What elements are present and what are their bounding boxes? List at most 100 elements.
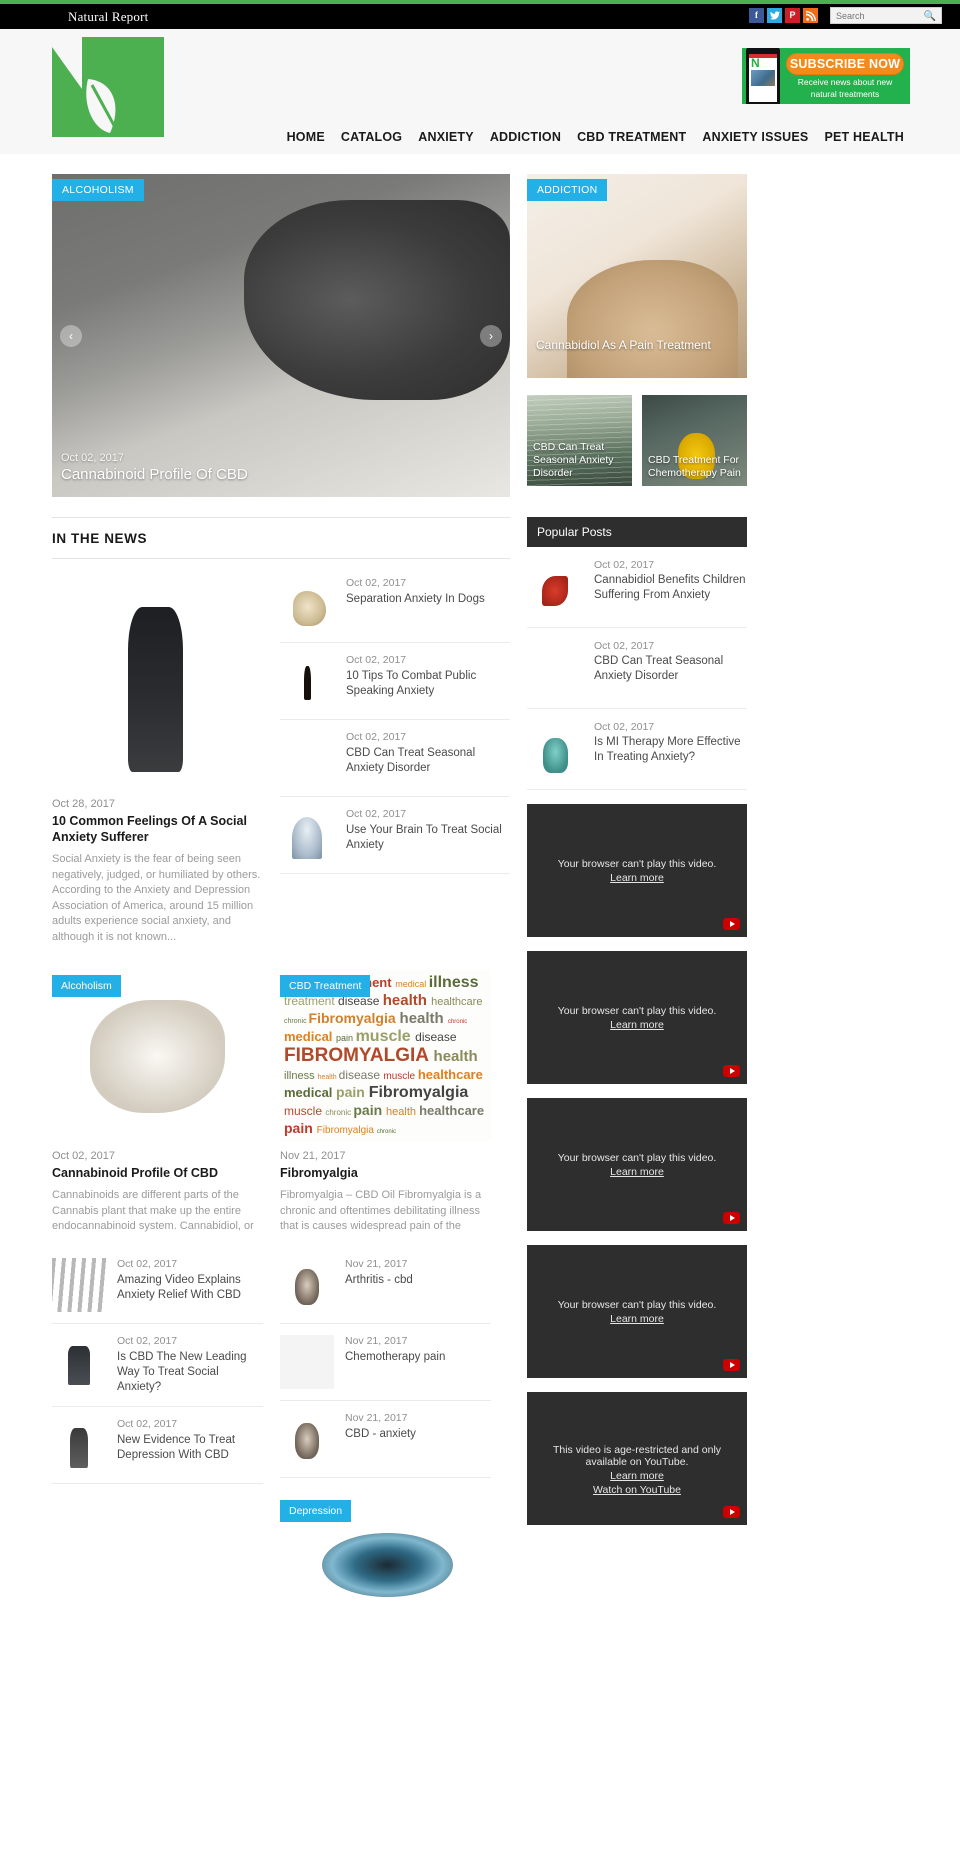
colB-item-title-3[interactable]: CBD - anxiety bbox=[345, 1427, 416, 1442]
popular-title-2[interactable]: CBD Can Treat Seasonal Anxiety Disorder bbox=[594, 654, 747, 684]
wordcloud-word: disease bbox=[415, 1030, 457, 1044]
colB-bottom-hero[interactable]: Depression bbox=[280, 1494, 491, 1634]
hero-caption[interactable]: Oct 02, 2017 Cannabinoid Profile Of CBD bbox=[61, 452, 248, 483]
subscribe-now-button[interactable]: SUBSCRIBE NOW bbox=[786, 52, 904, 75]
popular-thumb-2 bbox=[527, 640, 583, 696]
colB-hero[interactable]: health treatment medical illness treatme… bbox=[280, 969, 491, 1141]
news-list: Oct 02, 2017 Separation Anxiety In Dogs … bbox=[280, 577, 510, 945]
phone-screen: N bbox=[749, 54, 777, 102]
video-embed-1[interactable]: Your browser can't play this video. Lear… bbox=[527, 804, 747, 937]
video-learn-more-5[interactable]: Learn more bbox=[610, 1470, 664, 1482]
popular-title-1[interactable]: Cannabidiol Benefits Children Suffering … bbox=[594, 573, 747, 603]
list-item[interactable]: Nov 21, 2017 CBD - anxiety bbox=[280, 1401, 491, 1478]
subscribe-banner[interactable]: N SUBSCRIBE NOW Receive news about new n… bbox=[742, 48, 910, 104]
colA-item-title-3[interactable]: New Evidence To Treat Depression With CB… bbox=[117, 1433, 263, 1463]
nav-item-pet-health[interactable]: PET HEALTH bbox=[816, 120, 912, 154]
section-title-in-the-news: IN THE NEWS bbox=[52, 531, 148, 546]
list-item[interactable]: Oct 02, 2017 Cannabidiol Benefits Childr… bbox=[527, 547, 747, 628]
video-watch-on-youtube-5[interactable]: Watch on YouTube bbox=[593, 1484, 681, 1496]
feature-card-title[interactable]: Cannabidiol As A Pain Treatment bbox=[536, 338, 711, 352]
news-item-title-3[interactable]: CBD Can Treat Seasonal Anxiety Disorder bbox=[346, 746, 510, 776]
main-left-column: IN THE NEWS Oct 28, 2017 10 Common Feeli… bbox=[52, 497, 510, 1634]
list-item[interactable]: Oct 02, 2017 Is MI Therapy More Effectiv… bbox=[527, 709, 747, 790]
list-item[interactable]: Oct 02, 2017 10 Tips To Combat Public Sp… bbox=[280, 643, 510, 720]
news-item-title-4[interactable]: Use Your Brain To Treat Social Anxiety bbox=[346, 823, 510, 853]
list-item[interactable]: Oct 02, 2017 Amazing Video Explains Anxi… bbox=[52, 1247, 263, 1324]
feature-mini-card-1[interactable]: CBD Can Treat Seasonal Anxiety Disorder bbox=[527, 395, 632, 486]
rss-icon[interactable] bbox=[803, 8, 818, 23]
list-item[interactable]: Nov 21, 2017 Arthritis - cbd bbox=[280, 1247, 491, 1324]
youtube-icon[interactable] bbox=[723, 1359, 740, 1371]
colB-title[interactable]: Fibromyalgia bbox=[280, 1165, 491, 1181]
facebook-icon[interactable]: f bbox=[749, 8, 764, 23]
popular-title-3[interactable]: Is MI Therapy More Effective In Treating… bbox=[594, 735, 747, 765]
youtube-icon[interactable] bbox=[723, 918, 740, 930]
nav-item-anxiety[interactable]: ANXIETY bbox=[410, 120, 482, 154]
feature-mini-title-2[interactable]: CBD Treatment For Chemotherapy Pain bbox=[648, 454, 742, 480]
hero-slider[interactable]: ALCOHOLISM ‹ › Oct 02, 2017 Cannabinoid … bbox=[52, 174, 510, 497]
news-item-date-3: Oct 02, 2017 bbox=[346, 731, 407, 743]
feature-mini-title-1[interactable]: CBD Can Treat Seasonal Anxiety Disorder bbox=[533, 441, 627, 480]
list-item[interactable]: Oct 02, 2017 CBD Can Treat Seasonal Anxi… bbox=[280, 720, 510, 797]
video-learn-more-2[interactable]: Learn more bbox=[610, 1019, 664, 1031]
site-logo[interactable] bbox=[52, 37, 164, 137]
list-item[interactable]: Oct 02, 2017 Is CBD The New Leading Way … bbox=[52, 1324, 263, 1407]
youtube-icon[interactable] bbox=[723, 1065, 740, 1077]
colB-bottom-badge[interactable]: Depression bbox=[280, 1499, 352, 1522]
twitter-icon[interactable] bbox=[767, 8, 782, 23]
video-learn-more-1[interactable]: Learn more bbox=[610, 872, 664, 884]
colA-date: Oct 02, 2017 bbox=[52, 1150, 115, 1162]
nav-item-anxiety-issues[interactable]: ANXIETY ISSUES bbox=[694, 120, 816, 154]
nav-item-cbd-treatment[interactable]: CBD TREATMENT bbox=[569, 120, 694, 154]
colA-badge[interactable]: Alcoholism bbox=[52, 975, 121, 997]
nav-item-catalog[interactable]: CATALOG bbox=[333, 120, 410, 154]
pinterest-icon[interactable]: P bbox=[785, 8, 800, 23]
list-item[interactable]: Oct 02, 2017 New Evidence To Treat Depre… bbox=[52, 1407, 263, 1484]
top-columns: ALCOHOLISM ‹ › Oct 02, 2017 Cannabinoid … bbox=[52, 154, 908, 497]
colB-item-thumb-1 bbox=[280, 1258, 334, 1312]
list-item[interactable]: Nov 21, 2017 Chemotherapy pain bbox=[280, 1324, 491, 1401]
youtube-icon[interactable] bbox=[723, 1212, 740, 1224]
subscribe-sub-line1: Receive news about new bbox=[797, 76, 893, 87]
colA-title[interactable]: Cannabinoid Profile Of CBD bbox=[52, 1165, 263, 1181]
news-featured-title[interactable]: 10 Common Feelings Of A Social Anxiety S… bbox=[52, 813, 263, 845]
colB-item-title-1[interactable]: Arthritis - cbd bbox=[345, 1273, 413, 1288]
video-embed-5[interactable]: This video is age-restricted and only av… bbox=[527, 1392, 747, 1525]
feature-card-main[interactable]: ADDICTION Cannabidiol As A Pain Treatmen… bbox=[527, 174, 747, 378]
video-learn-more-3[interactable]: Learn more bbox=[610, 1166, 664, 1178]
video-learn-more-4[interactable]: Learn more bbox=[610, 1313, 664, 1325]
list-item[interactable]: Oct 02, 2017 Use Your Brain To Treat Soc… bbox=[280, 797, 510, 874]
wordcloud-word: chronic bbox=[284, 1018, 309, 1025]
search-icon[interactable]: 🔍 bbox=[924, 11, 936, 22]
youtube-icon[interactable] bbox=[723, 1506, 740, 1518]
nav-item-home[interactable]: HOME bbox=[279, 120, 333, 154]
hero-category-badge[interactable]: ALCOHOLISM bbox=[52, 179, 144, 201]
colA-hero[interactable]: Alcoholism bbox=[52, 969, 263, 1141]
content-wrap: ALCOHOLISM ‹ › Oct 02, 2017 Cannabinoid … bbox=[0, 154, 960, 1634]
colA-item-title-2[interactable]: Is CBD The New Leading Way To Treat Soci… bbox=[117, 1350, 263, 1395]
hero-next-arrow[interactable]: › bbox=[480, 324, 502, 347]
popular-text-2: Oct 02, 2017 CBD Can Treat Seasonal Anxi… bbox=[594, 640, 747, 696]
video-embed-3[interactable]: Your browser can't play this video. Lear… bbox=[527, 1098, 747, 1231]
colA-item-title-1[interactable]: Amazing Video Explains Anxiety Relief Wi… bbox=[117, 1273, 263, 1303]
hero-title[interactable]: Cannabinoid Profile Of CBD bbox=[61, 466, 248, 483]
feature-card-badge[interactable]: ADDICTION bbox=[527, 179, 608, 201]
hero-prev-arrow[interactable]: ‹ bbox=[60, 324, 82, 347]
news-featured-article[interactable]: Oct 28, 2017 10 Common Feelings Of A Soc… bbox=[52, 577, 263, 945]
video-embed-2[interactable]: Your browser can't play this video. Lear… bbox=[527, 951, 747, 1084]
news-item-title-2[interactable]: 10 Tips To Combat Public Speaking Anxiet… bbox=[346, 669, 510, 699]
search-input[interactable] bbox=[831, 10, 923, 21]
list-item[interactable]: Oct 02, 2017 CBD Can Treat Seasonal Anxi… bbox=[527, 628, 747, 709]
popular-date-2: Oct 02, 2017 bbox=[594, 640, 655, 652]
news-item-title-1[interactable]: Separation Anxiety In Dogs bbox=[346, 592, 485, 607]
feature-mini-card-2[interactable]: CBD Treatment For Chemotherapy Pain bbox=[642, 395, 747, 486]
hero-column: ALCOHOLISM ‹ › Oct 02, 2017 Cannabinoid … bbox=[52, 174, 510, 497]
video-embed-4[interactable]: Your browser can't play this video. Lear… bbox=[527, 1245, 747, 1378]
search-box[interactable]: 🔍 bbox=[830, 7, 942, 24]
news-item-date-4: Oct 02, 2017 bbox=[346, 808, 407, 820]
colB-item-title-2[interactable]: Chemotherapy pain bbox=[345, 1350, 445, 1365]
list-item[interactable]: Oct 02, 2017 Separation Anxiety In Dogs bbox=[280, 577, 510, 643]
colB-badge[interactable]: CBD Treatment bbox=[280, 975, 371, 997]
news-item-text-4: Oct 02, 2017 Use Your Brain To Treat Soc… bbox=[346, 808, 510, 862]
nav-item-addiction[interactable]: ADDICTION bbox=[482, 120, 569, 154]
